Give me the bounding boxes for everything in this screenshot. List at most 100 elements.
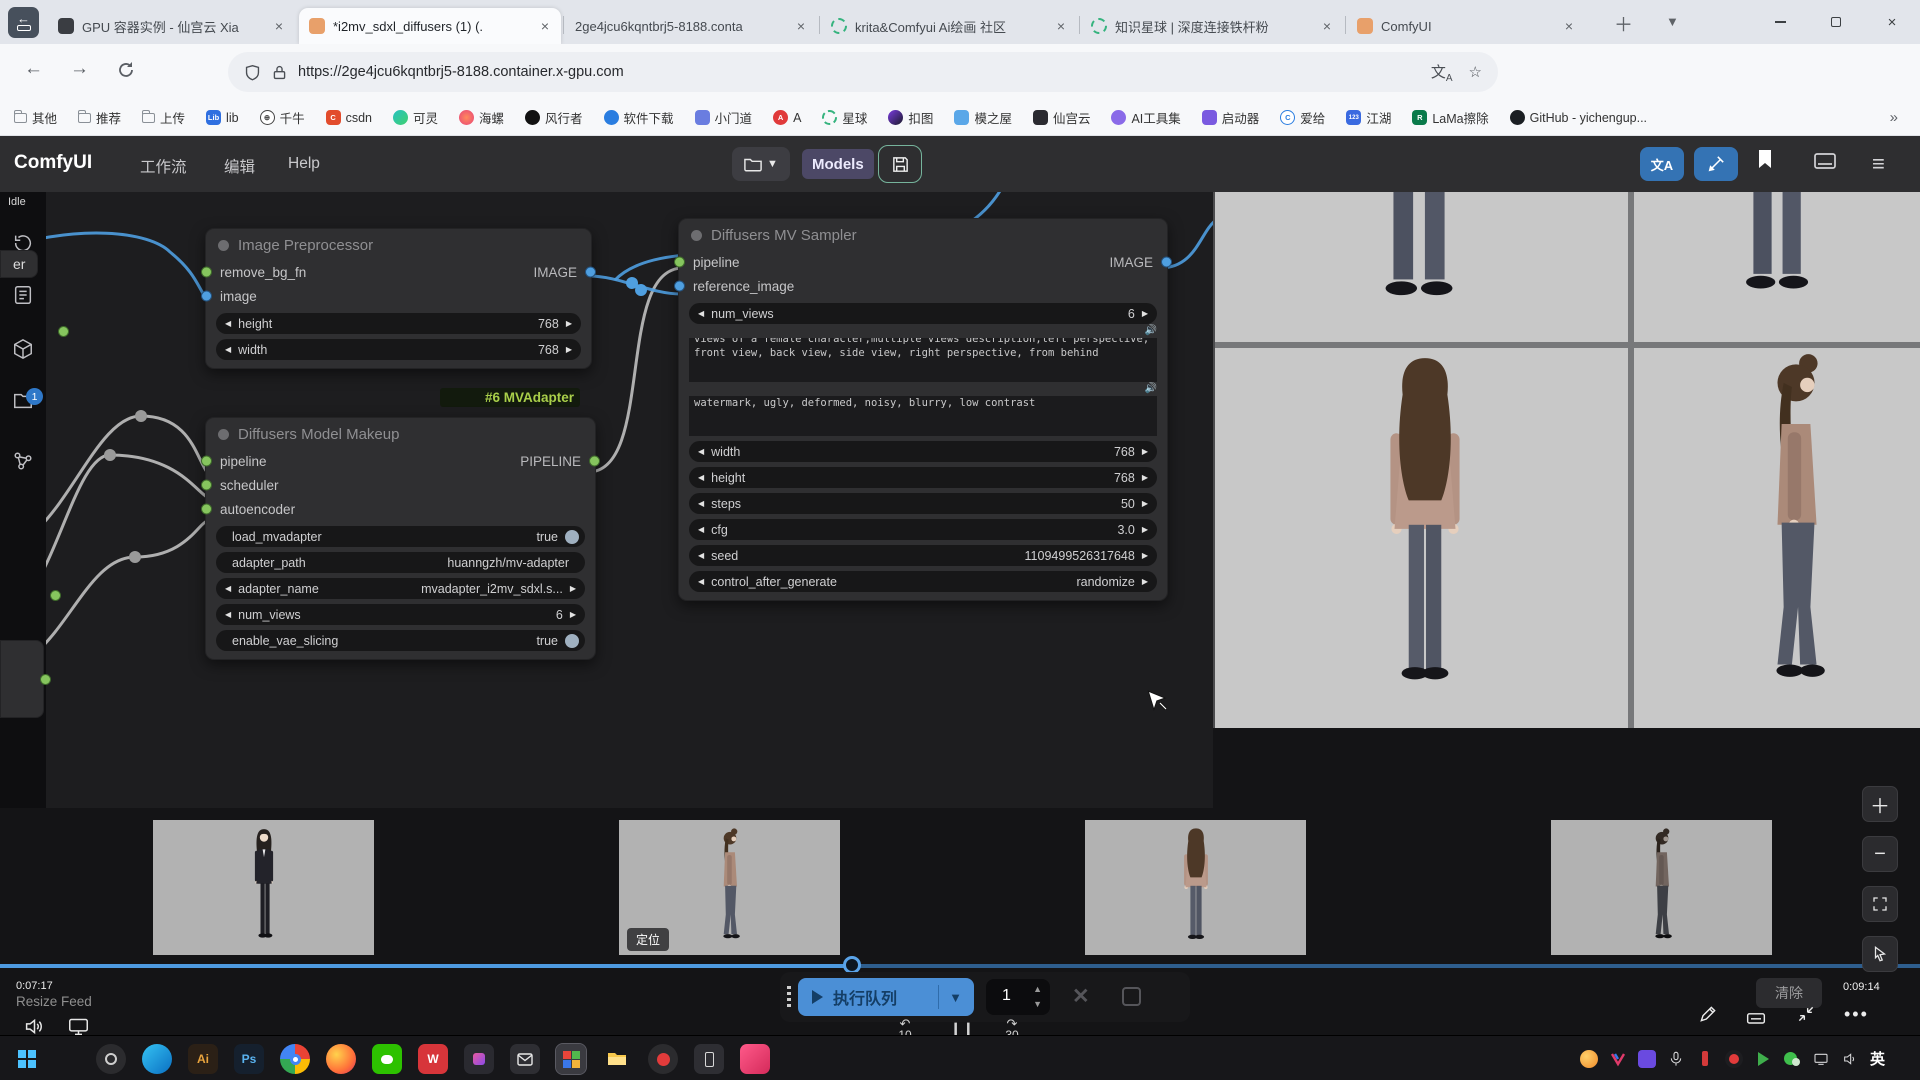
tab-close-icon[interactable]: × xyxy=(1563,18,1575,34)
taskbar-firefox-icon[interactable] xyxy=(326,1044,356,1074)
bookmark-item[interactable]: AA xyxy=(773,110,801,125)
bookmark-item[interactable]: 推荐 xyxy=(78,108,121,127)
input-socket-autoencoder[interactable] xyxy=(201,504,212,515)
bookmark-item[interactable]: 小门道 xyxy=(695,108,753,127)
increment-icon[interactable]: ▶ xyxy=(566,319,572,328)
bookmark-item[interactable]: 海螺 xyxy=(459,108,504,127)
select-mode-button[interactable] xyxy=(1862,936,1898,972)
bookmarks-overflow-chevron[interactable]: » xyxy=(1890,109,1906,126)
translate-page-icon[interactable]: 文A xyxy=(1431,61,1453,84)
taskbar-dark-app-icon[interactable] xyxy=(464,1044,494,1074)
widget-seed[interactable]: ◀seed1109499526317648▶ xyxy=(689,545,1157,566)
taskbar-illustrator-icon[interactable]: Ai xyxy=(188,1044,218,1074)
taskbar-chrome-icon[interactable] xyxy=(280,1044,310,1074)
start-button[interactable] xyxy=(12,1044,42,1074)
menu-edit[interactable]: 编辑 xyxy=(224,155,255,177)
node-map-icon[interactable] xyxy=(12,450,34,472)
widget-adapter-path[interactable]: adapter_pathhuanngzh/mv-adapter xyxy=(216,552,585,573)
collapse-dot-icon[interactable] xyxy=(691,230,702,241)
node-header[interactable]: Diffusers MV Sampler xyxy=(679,219,1167,250)
bookmark-item[interactable]: 123江湖 xyxy=(1346,108,1391,127)
tab-i2mv-sdxl-diffusers[interactable]: *i2mv_sdxl_diffusers (1) (. × xyxy=(299,8,561,44)
tab-gpu-instance[interactable]: GPU 容器实例 - 仙宫云 Xia × xyxy=(48,8,295,44)
save-workflow-button[interactable] xyxy=(878,145,922,183)
increment-icon[interactable]: ▶ xyxy=(566,345,572,354)
decrement-icon[interactable]: ◀ xyxy=(698,309,704,318)
taskbar-explorer-icon[interactable] xyxy=(602,1044,632,1074)
new-tab-button[interactable]: ＋ xyxy=(1614,10,1633,37)
input-socket-scheduler[interactable] xyxy=(201,480,212,491)
bookmark-item[interactable]: 启动器 xyxy=(1202,108,1260,127)
fit-view-button[interactable] xyxy=(1862,886,1898,922)
decrement-icon[interactable]: ◀ xyxy=(698,447,704,456)
decrement-icon[interactable]: ◀ xyxy=(698,473,704,482)
widget-width[interactable]: ◀width768▶ xyxy=(216,339,581,360)
taskbar-edge-icon[interactable] xyxy=(142,1044,172,1074)
tray-record-icon[interactable] xyxy=(1725,1050,1743,1068)
taskbar-wechat-icon[interactable] xyxy=(372,1044,402,1074)
shield-icon[interactable] xyxy=(244,64,261,81)
widget-steps[interactable]: ◀steps50▶ xyxy=(689,493,1157,514)
window-restore-button[interactable] xyxy=(1814,6,1858,38)
prev-icon[interactable]: ◀ xyxy=(225,584,231,593)
shrink-icon[interactable] xyxy=(1796,1004,1816,1029)
edge-output-socket[interactable] xyxy=(58,326,69,337)
result-thumbnail-3[interactable] xyxy=(1085,820,1306,955)
zoom-out-button[interactable]: − xyxy=(1862,836,1898,872)
widget-enable-vae-slicing[interactable]: enable_vae_slicingtrue xyxy=(216,630,585,651)
result-thumbnail-1[interactable] xyxy=(153,820,374,955)
widget-cfg[interactable]: ◀cfg3.0▶ xyxy=(689,519,1157,540)
bookmark-item[interactable]: GitHub - yichengup... xyxy=(1510,110,1647,125)
back-button[interactable]: ← xyxy=(24,58,43,80)
workflow-folder-button[interactable]: ▼ xyxy=(732,147,790,181)
increment-icon[interactable]: ▶ xyxy=(1142,309,1148,318)
decrement-icon[interactable]: ◀ xyxy=(225,319,231,328)
tray-wechat-icon[interactable] xyxy=(1783,1050,1801,1068)
bookmark-button[interactable] xyxy=(1756,149,1774,169)
ime-indicator[interactable]: 英 xyxy=(1870,1048,1885,1069)
tab-zhishixingqiu[interactable]: 知识星球 | 深度连接铁杆粉 × xyxy=(1081,8,1343,44)
taskbar-obs-icon[interactable] xyxy=(96,1044,126,1074)
tab-comfyui[interactable]: ComfyUI × xyxy=(1347,8,1585,44)
increment-icon[interactable]: ▶ xyxy=(1142,525,1148,534)
output-socket-pipeline[interactable] xyxy=(589,456,600,467)
browser-sidebar-icon[interactable]: ← xyxy=(8,7,39,38)
bookmark-item[interactable]: 可灵 xyxy=(393,108,438,127)
zoom-in-button[interactable]: ＋ xyxy=(1862,786,1898,822)
next-icon[interactable]: ▶ xyxy=(570,584,576,593)
bookmark-item[interactable]: 扣图 xyxy=(888,108,933,127)
speaker-icon[interactable]: 🔊 xyxy=(679,382,1167,395)
bookmark-item[interactable]: Ccsdn xyxy=(326,110,372,125)
bookmark-item[interactable]: RLaMa擦除 xyxy=(1412,108,1488,127)
reload-button[interactable] xyxy=(116,60,136,80)
tray-purple-icon[interactable] xyxy=(1638,1050,1656,1068)
tab-container-url[interactable]: 2ge4jcu6kqntbrj5-8188.conta × xyxy=(565,8,817,44)
menu-help[interactable]: Help xyxy=(288,155,320,173)
hamburger-menu-button[interactable]: ≡ xyxy=(1872,151,1885,177)
batch-count-input[interactable]: 1 ▲▼ xyxy=(986,979,1050,1015)
tab-close-icon[interactable]: × xyxy=(795,18,807,34)
url-text[interactable]: https://2ge4jcu6kqntbrj5-8188.container.… xyxy=(298,64,624,80)
widget-adapter-name[interactable]: ◀adapter_namemvadapter_i2mv_sdxl.s...▶ xyxy=(216,578,585,599)
collapse-dot-icon[interactable] xyxy=(218,240,229,251)
logs-icon[interactable] xyxy=(12,284,34,306)
address-bar[interactable]: https://2ge4jcu6kqntbrj5-8188.container.… xyxy=(228,52,1498,92)
window-minimize-button[interactable] xyxy=(1758,6,1802,38)
clipped-node-fragment[interactable] xyxy=(0,640,44,718)
taskbar-active-app-icon[interactable] xyxy=(556,1044,586,1074)
input-socket-image[interactable] xyxy=(201,291,212,302)
decrement-icon[interactable]: ◀ xyxy=(225,345,231,354)
bookmark-item[interactable]: 模之屋 xyxy=(954,108,1012,127)
tab-close-icon[interactable]: × xyxy=(1321,18,1333,34)
positive-prompt-textarea[interactable]: views of a female character,multiple vie… xyxy=(689,338,1157,382)
edit-pencil-icon[interactable] xyxy=(1698,1004,1718,1029)
taskbar-record-icon[interactable] xyxy=(648,1044,678,1074)
drag-handle[interactable] xyxy=(787,986,791,1008)
decrement-icon[interactable]: ◀ xyxy=(698,499,704,508)
tray-green-play-icon[interactable] xyxy=(1754,1050,1772,1068)
model-library-icon[interactable] xyxy=(12,338,34,360)
increment-icon[interactable]: ▶ xyxy=(1142,447,1148,456)
increment-icon[interactable]: ▶ xyxy=(1142,499,1148,508)
decrement-icon[interactable]: ◀ xyxy=(698,551,704,560)
cancel-queue-icon[interactable]: ✕ xyxy=(1072,984,1090,1009)
